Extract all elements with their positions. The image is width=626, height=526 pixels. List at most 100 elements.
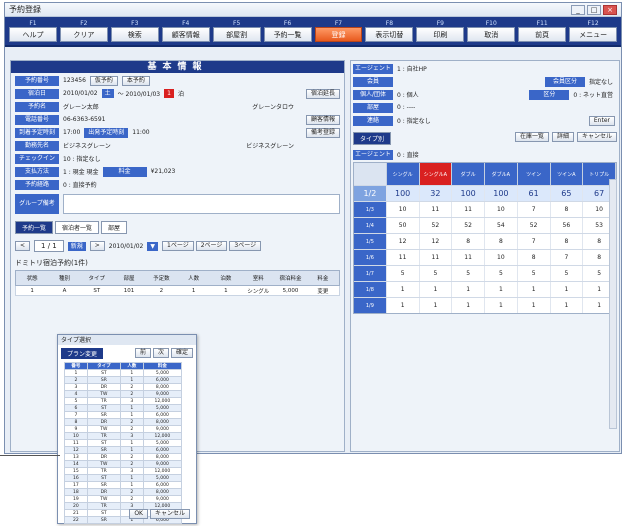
kana-value[interactable]: ビジネスグレーン: [246, 141, 294, 150]
tab-2[interactable]: 部屋: [101, 221, 128, 234]
maximize-icon[interactable]: □: [587, 4, 601, 15]
fkey-button-1[interactable]: ヘルプ: [9, 27, 57, 42]
field-value[interactable]: 123456: [63, 77, 86, 84]
fkey-button-3[interactable]: 検索: [110, 27, 159, 42]
right-action-button[interactable]: 詳細: [551, 132, 574, 142]
popup-row[interactable]: 9 TW 2 9,000: [64, 425, 183, 433]
tentative-button[interactable]: 仮予約: [89, 75, 118, 86]
tab-1[interactable]: 宿泊者一覧: [55, 221, 100, 234]
fkey-button-8[interactable]: 表示切替: [365, 27, 414, 42]
field-value[interactable]: グレーン太郎: [63, 102, 99, 111]
popup-row[interactable]: 5 TR 3 12,000: [64, 397, 183, 405]
grid-row[interactable]: 1/9 1 1 1 1 1 1 1: [354, 297, 616, 313]
calendar-icon[interactable]: ▼: [147, 241, 159, 251]
field-value-2[interactable]: ¥21,023: [151, 168, 176, 175]
fkey-button-12[interactable]: メニュー: [569, 27, 618, 42]
popup-nav-button[interactable]: 次: [152, 348, 169, 358]
fkey-button-10[interactable]: 取消: [467, 27, 516, 42]
fkey-button-6[interactable]: 予約一覧: [263, 27, 312, 42]
tab-0[interactable]: 予約一覧: [15, 221, 54, 234]
right-action-button[interactable]: 在庫一覧: [514, 132, 549, 142]
row-action-button[interactable]: 宿泊延長: [305, 88, 340, 99]
popup-row[interactable]: 11 ST 1 5,000: [64, 439, 183, 447]
checkout-date[interactable]: 〜 2010/01/03: [118, 89, 161, 98]
field-value[interactable]: 2010/01/02: [63, 90, 98, 97]
minimize-icon[interactable]: _: [571, 4, 585, 15]
grid-cell: 8: [518, 250, 551, 265]
field-value[interactable]: 17:00: [63, 129, 80, 136]
grid-row[interactable]: 1/7 5 5 5 5 5 5 5: [354, 265, 616, 281]
right-field-value[interactable]: 0 : 個人: [397, 90, 419, 99]
popup-row[interactable]: 15 TR 3 12,000: [64, 467, 183, 475]
field-value-2[interactable]: 11:00: [132, 129, 149, 136]
kana-value[interactable]: グレーンタロウ: [252, 102, 294, 111]
popup-row[interactable]: 6 ST 1 5,000: [64, 404, 183, 412]
grid-row[interactable]: 1/5 12 12 8 8 7 8 8: [354, 233, 616, 249]
popup-nav-button[interactable]: 確定: [170, 348, 193, 358]
right-action-button[interactable]: キャンセル: [576, 132, 617, 142]
grid-row[interactable]: 1/2 100 32 100 100 61 65 67: [354, 185, 616, 201]
right-field-value[interactable]: 0 : 指定なし: [397, 116, 431, 125]
nav-page-button[interactable]: 2ページ: [195, 241, 228, 251]
popup-row[interactable]: 19 TW 2 9,000: [64, 495, 183, 503]
next-page-button[interactable]: >: [89, 241, 105, 251]
grid-column-header: シングルA: [419, 163, 453, 185]
confirmed-button[interactable]: 本予約: [121, 75, 150, 86]
table-row[interactable]: 1 A ST 101 2 1 1 シングル 5,000 変更: [15, 286, 340, 296]
grid-row[interactable]: 1/6 11 11 11 10 8 7 8: [354, 249, 616, 265]
field-value[interactable]: 0 : 直接予約: [63, 180, 97, 189]
popup-row[interactable]: 7 SR 1 6,000: [64, 411, 183, 419]
grid-row[interactable]: 1/8 1 1 1 1 1 1 1: [354, 281, 616, 297]
nav-page-button[interactable]: 3ページ: [229, 241, 262, 251]
field-value[interactable]: 1 : 現金 現金: [63, 167, 99, 176]
type-list-table: 番号 タイプ 人数 料金 1 ST 1 5,000 2 SR 1 6,000 3 DR 2 8,000 4 TW 2…: [64, 362, 183, 524]
field-value[interactable]: ビジネスグレーン: [63, 141, 111, 150]
fkey-button-11[interactable]: 前頁: [518, 27, 567, 42]
popup-row[interactable]: 17 SR 1 6,000: [64, 481, 183, 489]
popup-row[interactable]: 14 TW 2 9,000: [64, 460, 183, 468]
group-memo-field[interactable]: [63, 194, 340, 214]
right-field-value[interactable]: 1 : 自社HP: [397, 64, 427, 73]
right-field-label: 会員: [353, 76, 393, 87]
row-action-button[interactable]: 顧客情報: [305, 114, 340, 125]
prev-page-button[interactable]: <: [15, 241, 31, 251]
fkey-button-5[interactable]: 部屋割: [212, 27, 261, 42]
field-value[interactable]: 10 : 指定なし: [63, 154, 100, 163]
popup-row[interactable]: 16 ST 1 5,000: [64, 474, 183, 482]
field-value[interactable]: 06-6363-6591: [63, 116, 106, 123]
cancel-button[interactable]: キャンセル: [149, 509, 190, 519]
popup-cell: 3: [119, 467, 144, 475]
fkey-button-9[interactable]: 印刷: [416, 27, 465, 42]
close-icon[interactable]: ×: [603, 4, 617, 15]
vertical-scrollbar[interactable]: [609, 179, 617, 429]
fkey-button-7[interactable]: 登録: [314, 27, 363, 42]
popup-cell: 8,000: [142, 383, 183, 391]
popup-row[interactable]: 10 TR 3 12,000: [64, 432, 183, 440]
popup-row[interactable]: 3 DR 2 8,000: [64, 383, 183, 391]
plan-change-tab[interactable]: プラン変更: [61, 348, 104, 359]
fkey-1: F1 ヘルプ: [9, 20, 57, 42]
popup-row[interactable]: 18 DR 2 8,000: [64, 488, 183, 496]
nav-page-button[interactable]: 1ページ: [162, 241, 194, 251]
nights-value[interactable]: 1: [164, 89, 174, 98]
popup-row[interactable]: 2 SR 1 6,000: [64, 376, 183, 384]
popup-row[interactable]: 8 DR 2 8,000: [64, 418, 183, 426]
right-field-value-2[interactable]: 0 : ネット直営: [573, 90, 613, 99]
popup-row[interactable]: 12 SR 1 6,000: [64, 446, 183, 454]
popup-row[interactable]: 13 DR 2 8,000: [64, 453, 183, 461]
popup-row[interactable]: 1 ST 1 5,000: [64, 369, 183, 377]
new-button[interactable]: 新規: [67, 241, 86, 251]
grid-row[interactable]: 1/3 10 11 11 10 7 8 10: [354, 201, 616, 217]
right-field-value-2[interactable]: 指定なし: [589, 77, 613, 86]
popup-nav-button[interactable]: 前: [134, 348, 151, 358]
tab-type[interactable]: タイプ別: [353, 132, 392, 145]
fkey-button-2[interactable]: クリア: [59, 27, 108, 42]
popup-row[interactable]: 4 TW 2 9,000: [64, 390, 183, 398]
ok-button[interactable]: OK: [129, 509, 148, 519]
right-field-value[interactable]: 0 : ----: [397, 104, 415, 111]
popup-cell: TR: [86, 432, 121, 440]
fkey-button-4[interactable]: 顧客情報: [161, 27, 210, 42]
right-row-button[interactable]: Enter: [588, 115, 615, 126]
row-action-button[interactable]: 備考登録: [305, 127, 340, 138]
grid-row[interactable]: 1/4 50 52 52 54 52 56 53: [354, 217, 616, 233]
